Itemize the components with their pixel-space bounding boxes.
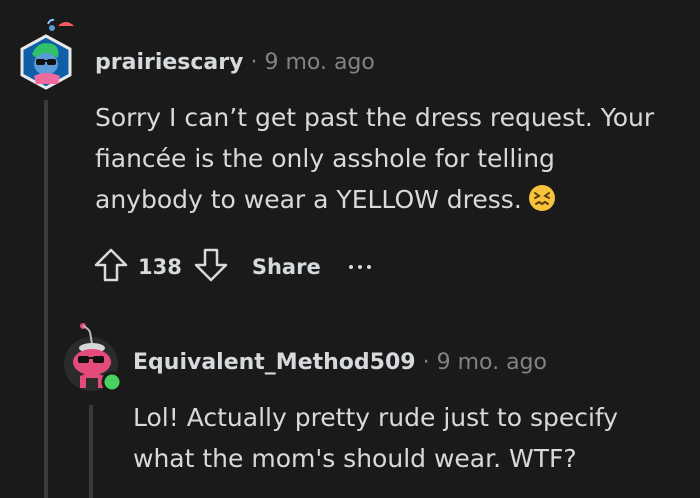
avatar[interactable] (62, 318, 124, 394)
username[interactable]: prairiescary (95, 50, 243, 75)
comment-body: Lol! Actually pretty rude just to specif… (133, 397, 693, 479)
comment-body: Sorry I can’t get past the dress request… (95, 97, 685, 224)
comment-meta: prairiescary · 9 mo. ago (95, 50, 375, 75)
comment-body-line: anybody to wear a YELLOW dress. (95, 179, 685, 224)
more-dot (357, 265, 362, 269)
more-dot (366, 265, 371, 269)
share-button[interactable]: Share (252, 255, 321, 279)
username[interactable]: Equivalent_Method509 (133, 350, 416, 375)
timestamp[interactable]: 9 mo. ago (437, 350, 547, 375)
comment-body-line: fiancée is the only asshole for telling (95, 144, 555, 173)
more-options-icon[interactable] (348, 265, 371, 269)
timestamp[interactable]: 9 mo. ago (264, 50, 374, 75)
thread-line-reply[interactable] (89, 405, 93, 498)
comment-meta: Equivalent_Method509 · 9 mo. ago (133, 350, 547, 375)
downvote-icon[interactable] (192, 246, 230, 288)
confounded-face-icon (528, 183, 556, 224)
more-dot (348, 265, 353, 269)
comment-body-line-text: anybody to wear a YELLOW dress. (95, 185, 522, 214)
avatar-image (64, 323, 123, 393)
vote-count: 138 (138, 255, 182, 279)
comment-body-line: what the mom's should wear. WTF? (133, 444, 577, 473)
comment-body-line: Sorry I can’t get past the dress request… (95, 103, 655, 132)
separator-dot: · (422, 350, 430, 375)
avatar-image (20, 18, 74, 90)
comment-body-line: Lol! Actually pretty rude just to specif… (133, 403, 619, 432)
upvote-icon[interactable] (92, 246, 130, 288)
avatar[interactable] (18, 14, 74, 90)
thread-line-main[interactable] (44, 100, 48, 498)
separator-dot: · (250, 50, 258, 75)
comment-actions: 138 Share (92, 246, 371, 288)
